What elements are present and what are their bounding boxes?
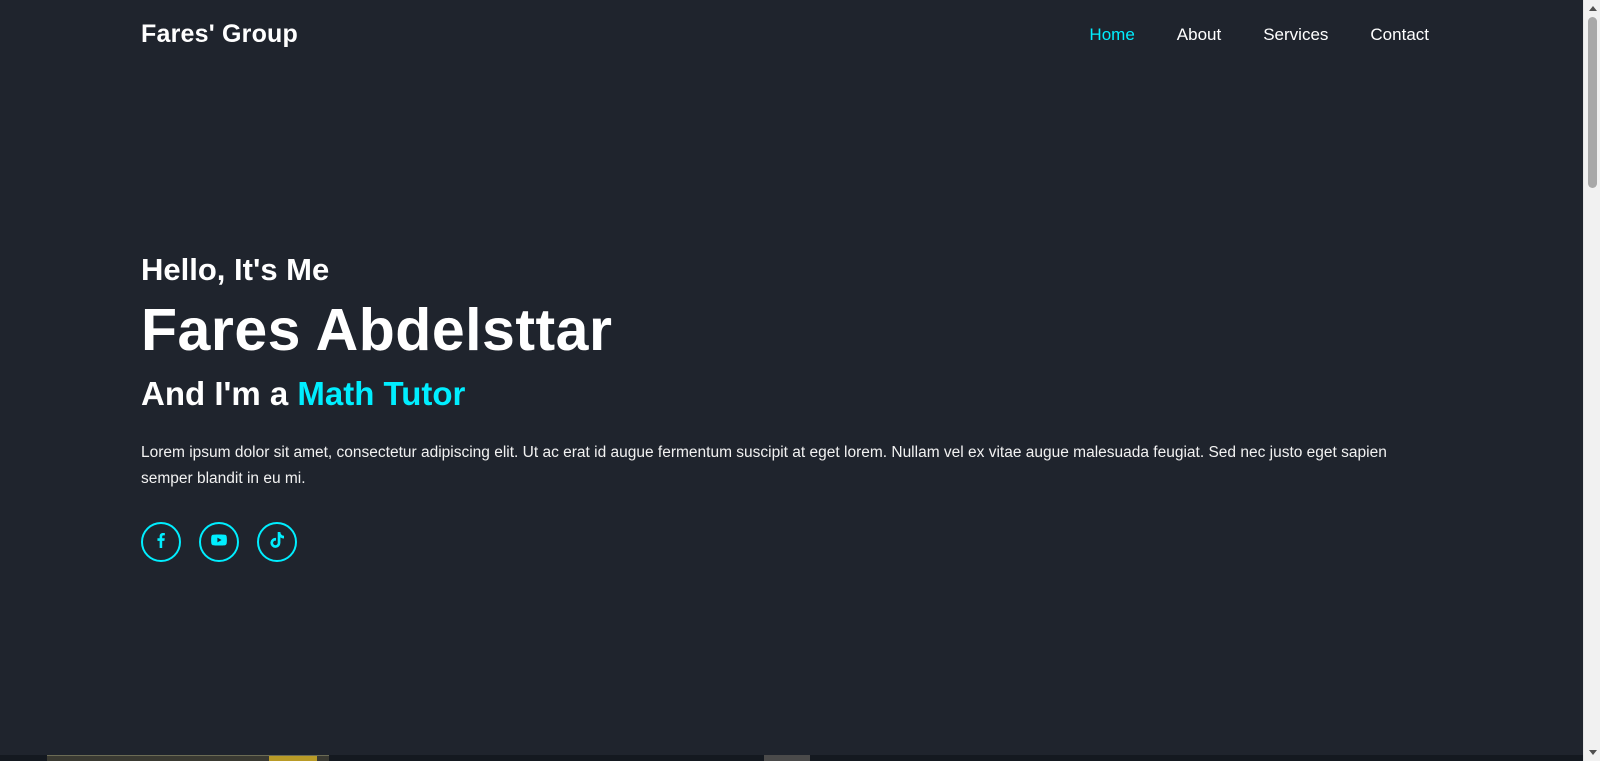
main-nav: Home About Services Contact xyxy=(1089,25,1429,45)
image-peek xyxy=(764,755,810,761)
hero-role-prefix: And I'm a xyxy=(141,375,298,412)
hero-section: Hello, It's Me Fares Abdelsttar And I'm … xyxy=(141,250,1421,562)
nav-about-link[interactable]: About xyxy=(1177,25,1221,45)
hero-role: And I'm a Math Tutor xyxy=(141,372,1421,416)
facebook-icon xyxy=(153,532,169,553)
social-links xyxy=(141,522,1421,562)
site-header: Fares' Group Home About Services Contact xyxy=(0,0,1583,72)
facebook-link[interactable] xyxy=(141,522,181,562)
next-section-peek xyxy=(0,755,1583,761)
tiktok-link[interactable] xyxy=(257,522,297,562)
scrollbar-thumb[interactable] xyxy=(1588,17,1597,188)
scroll-up-arrow-icon[interactable] xyxy=(1584,0,1600,17)
hero-name: Fares Abdelsttar xyxy=(141,297,613,363)
nav-contact-link[interactable]: Contact xyxy=(1370,25,1429,45)
page: Fares' Group Home About Services Contact… xyxy=(0,0,1600,761)
scroll-down-arrow-icon[interactable] xyxy=(1584,744,1600,761)
nav-services-link[interactable]: Services xyxy=(1263,25,1328,45)
hero-role-title: Math Tutor xyxy=(297,375,466,412)
nav-home-link[interactable]: Home xyxy=(1089,25,1134,45)
tiktok-icon xyxy=(269,531,285,553)
hero-greeting: Hello, It's Me xyxy=(141,252,330,287)
youtube-icon xyxy=(211,532,227,553)
site-logo[interactable]: Fares' Group xyxy=(141,20,298,49)
youtube-link[interactable] xyxy=(199,522,239,562)
page-scrollbar[interactable] xyxy=(1583,0,1600,761)
portfolio-image-peek xyxy=(47,755,329,761)
hero-bio: Lorem ipsum dolor sit amet, consectetur … xyxy=(141,444,1387,487)
